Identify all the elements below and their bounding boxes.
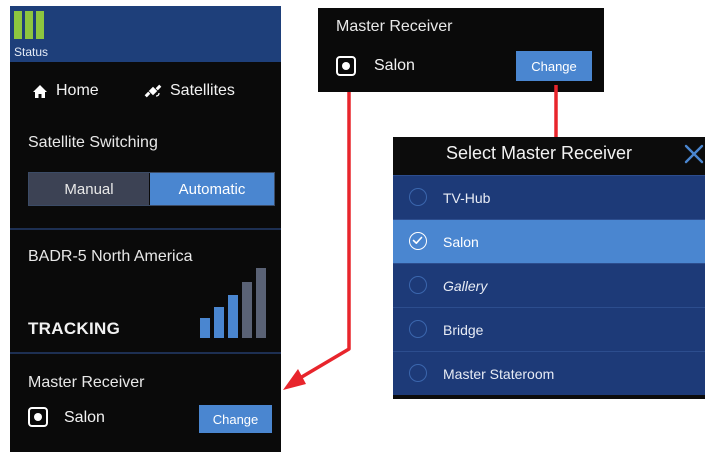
receiver-option-label: Bridge <box>443 321 484 338</box>
satellite-switching-toggle: Manual Automatic <box>28 172 275 206</box>
receiver-option-label: Salon <box>443 233 479 250</box>
receiver-option-label: Master Stateroom <box>443 365 555 382</box>
nav-satellites[interactable]: Satellites <box>144 82 235 100</box>
selected-receiver-indicator <box>28 407 48 427</box>
satellite-switching-label: Satellite Switching <box>28 134 158 151</box>
signal-bar <box>214 307 224 338</box>
nav-home[interactable]: Home <box>32 82 99 100</box>
master-receiver-panel: Master Receiver Salon Change <box>318 8 604 92</box>
signal-bar <box>228 295 238 338</box>
close-icon[interactable] <box>683 143 705 165</box>
satellite-name: BADR-5 North America <box>28 248 193 265</box>
manual-button[interactable]: Manual <box>29 173 149 205</box>
home-icon <box>32 84 48 99</box>
receiver-option-master-stateroom[interactable]: Master Stateroom <box>393 351 705 395</box>
satellite-icon <box>144 82 162 100</box>
status-bar[interactable]: Status <box>10 6 281 62</box>
dashboard-panel: Status Home Satellites Satellite Switchi… <box>10 6 281 452</box>
nav-home-label: Home <box>56 82 99 99</box>
receiver-option-tv-hub[interactable]: TV-Hub <box>393 175 705 219</box>
signal-bar <box>242 282 252 338</box>
tracking-status: TRACKING <box>28 319 121 338</box>
selected-receiver-name: Salon <box>374 57 415 74</box>
radio-unselected-icon <box>409 188 427 206</box>
receiver-option-list: TV-Hub Salon Gallery Bridge Master State… <box>393 175 705 395</box>
arrowhead-icon <box>283 369 306 390</box>
dialog-title: Select Master Receiver <box>445 143 633 163</box>
receiver-option-salon[interactable]: Salon <box>393 219 705 263</box>
signal-strength-meter <box>200 268 270 338</box>
status-bar-indicator <box>36 11 44 39</box>
radio-unselected-icon <box>409 364 427 382</box>
receiver-option-bridge[interactable]: Bridge <box>393 307 705 351</box>
radio-unselected-icon <box>409 320 427 338</box>
receiver-option-label: Gallery <box>443 277 488 294</box>
select-master-receiver-dialog: Select Master Receiver TV-Hub Salon Gall… <box>393 137 705 399</box>
selected-receiver-name: Salon <box>64 409 105 426</box>
status-bar-indicator <box>14 11 22 39</box>
radio-unselected-icon <box>409 276 427 294</box>
selected-receiver-indicator <box>336 56 356 76</box>
nav-satellites-label: Satellites <box>170 82 235 99</box>
receiver-option-label: TV-Hub <box>443 189 491 206</box>
signal-bar <box>256 268 266 338</box>
divider <box>10 352 281 354</box>
status-label: Status <box>14 45 49 59</box>
receiver-option-gallery[interactable]: Gallery <box>393 263 705 307</box>
change-receiver-button[interactable]: Change <box>516 51 592 81</box>
automatic-button[interactable]: Automatic <box>150 173 274 205</box>
signal-bar <box>200 318 210 338</box>
divider <box>10 228 281 230</box>
master-receiver-label: Master Receiver <box>28 374 145 391</box>
checkmark-icon <box>409 232 427 250</box>
status-bar-indicator <box>25 11 33 39</box>
arrow-to-left-panel <box>299 92 351 380</box>
change-receiver-button[interactable]: Change <box>199 405 272 433</box>
master-receiver-label: Master Receiver <box>336 18 453 35</box>
